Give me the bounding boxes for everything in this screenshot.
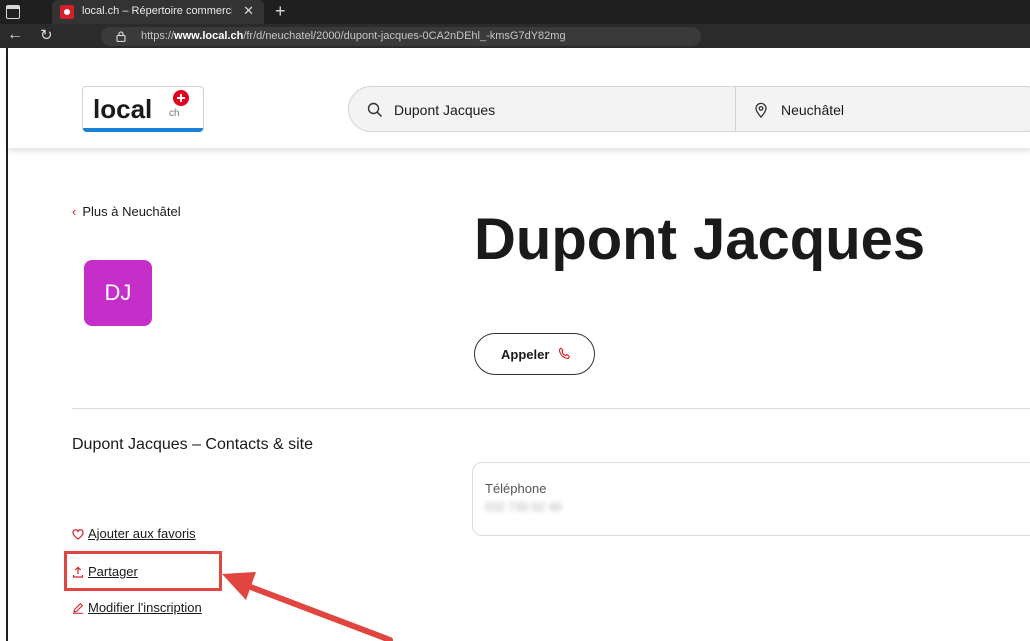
phone-label: Téléphone bbox=[485, 481, 547, 496]
avatar: DJ bbox=[84, 260, 152, 326]
swiss-cross-icon bbox=[173, 90, 189, 106]
phone-number[interactable]: 032 730 62 46 bbox=[485, 500, 562, 514]
back-link[interactable]: ‹ Plus à Neuchâtel bbox=[72, 204, 181, 219]
reload-icon[interactable]: ↻ bbox=[40, 26, 53, 44]
url-path: /fr/d/neuchatel/2000/dupont-jacques-0CA2… bbox=[243, 30, 566, 42]
search-divider bbox=[735, 87, 736, 131]
page-title: Dupont Jacques bbox=[474, 207, 926, 272]
new-tab-button[interactable]: + bbox=[275, 1, 286, 22]
browser-toolbar: ← ↻ https://www.local.ch/fr/d/neuchatel/… bbox=[0, 24, 1030, 48]
url-text: https://www.local.ch/fr/d/neuchatel/2000… bbox=[141, 30, 566, 42]
url-scheme: https:// bbox=[141, 30, 175, 42]
search-bar[interactable]: Dupont Jacques Neuchâtel bbox=[348, 86, 1030, 132]
back-link-label: Plus à Neuchâtel bbox=[82, 204, 181, 219]
add-to-favorites-link[interactable]: Ajouter aux favoris bbox=[72, 526, 196, 541]
browser-tab[interactable]: local.ch – Répertoire commercial ✕ bbox=[52, 0, 264, 24]
location-pin-icon bbox=[755, 102, 767, 118]
chevron-left-icon: ‹ bbox=[72, 204, 77, 219]
call-button-label: Appeler bbox=[501, 347, 550, 362]
logo-underline bbox=[83, 128, 203, 132]
search-input[interactable]: Dupont Jacques bbox=[394, 102, 495, 118]
phone-icon bbox=[558, 347, 570, 360]
tab-title: local.ch – Répertoire commercial bbox=[82, 5, 232, 17]
browser-tab-strip: local.ch – Répertoire commercial ✕ + bbox=[0, 0, 1030, 24]
add-to-favorites-label: Ajouter aux favoris bbox=[88, 526, 196, 541]
address-bar[interactable]: https://www.local.ch/fr/d/neuchatel/2000… bbox=[101, 27, 701, 46]
section-divider bbox=[72, 408, 1030, 409]
web-page: local ch Dupont Jacques Neuchâtel ‹ Plus … bbox=[6, 48, 1030, 641]
site-header: local ch Dupont Jacques Neuchâtel bbox=[8, 48, 1030, 148]
logo-wordmark: local bbox=[93, 94, 153, 124]
site-logo[interactable]: local ch bbox=[82, 86, 204, 132]
logo-suffix: ch bbox=[169, 108, 180, 119]
call-button[interactable]: Appeler bbox=[474, 333, 595, 375]
url-domain: www.local.ch bbox=[174, 30, 244, 42]
site-favicon-icon bbox=[60, 5, 74, 19]
pencil-icon bbox=[73, 602, 84, 614]
close-tab-icon[interactable]: ✕ bbox=[243, 3, 254, 19]
edit-listing-link[interactable]: Modifier l'inscription bbox=[72, 600, 202, 615]
edit-listing-label: Modifier l'inscription bbox=[88, 600, 202, 615]
annotation-highlight-box bbox=[64, 551, 222, 591]
avatar-initials: DJ bbox=[104, 280, 132, 305]
phone-card[interactable]: Téléphone 032 730 62 46 bbox=[472, 462, 1030, 536]
search-icon bbox=[367, 102, 383, 118]
tab-actions-icon[interactable] bbox=[6, 5, 20, 19]
back-arrow-icon[interactable]: ← bbox=[7, 26, 23, 44]
lock-icon bbox=[116, 31, 126, 42]
heart-icon bbox=[72, 529, 84, 540]
location-input[interactable]: Neuchâtel bbox=[781, 102, 844, 118]
section-title: Dupont Jacques – Contacts & site bbox=[72, 436, 314, 453]
